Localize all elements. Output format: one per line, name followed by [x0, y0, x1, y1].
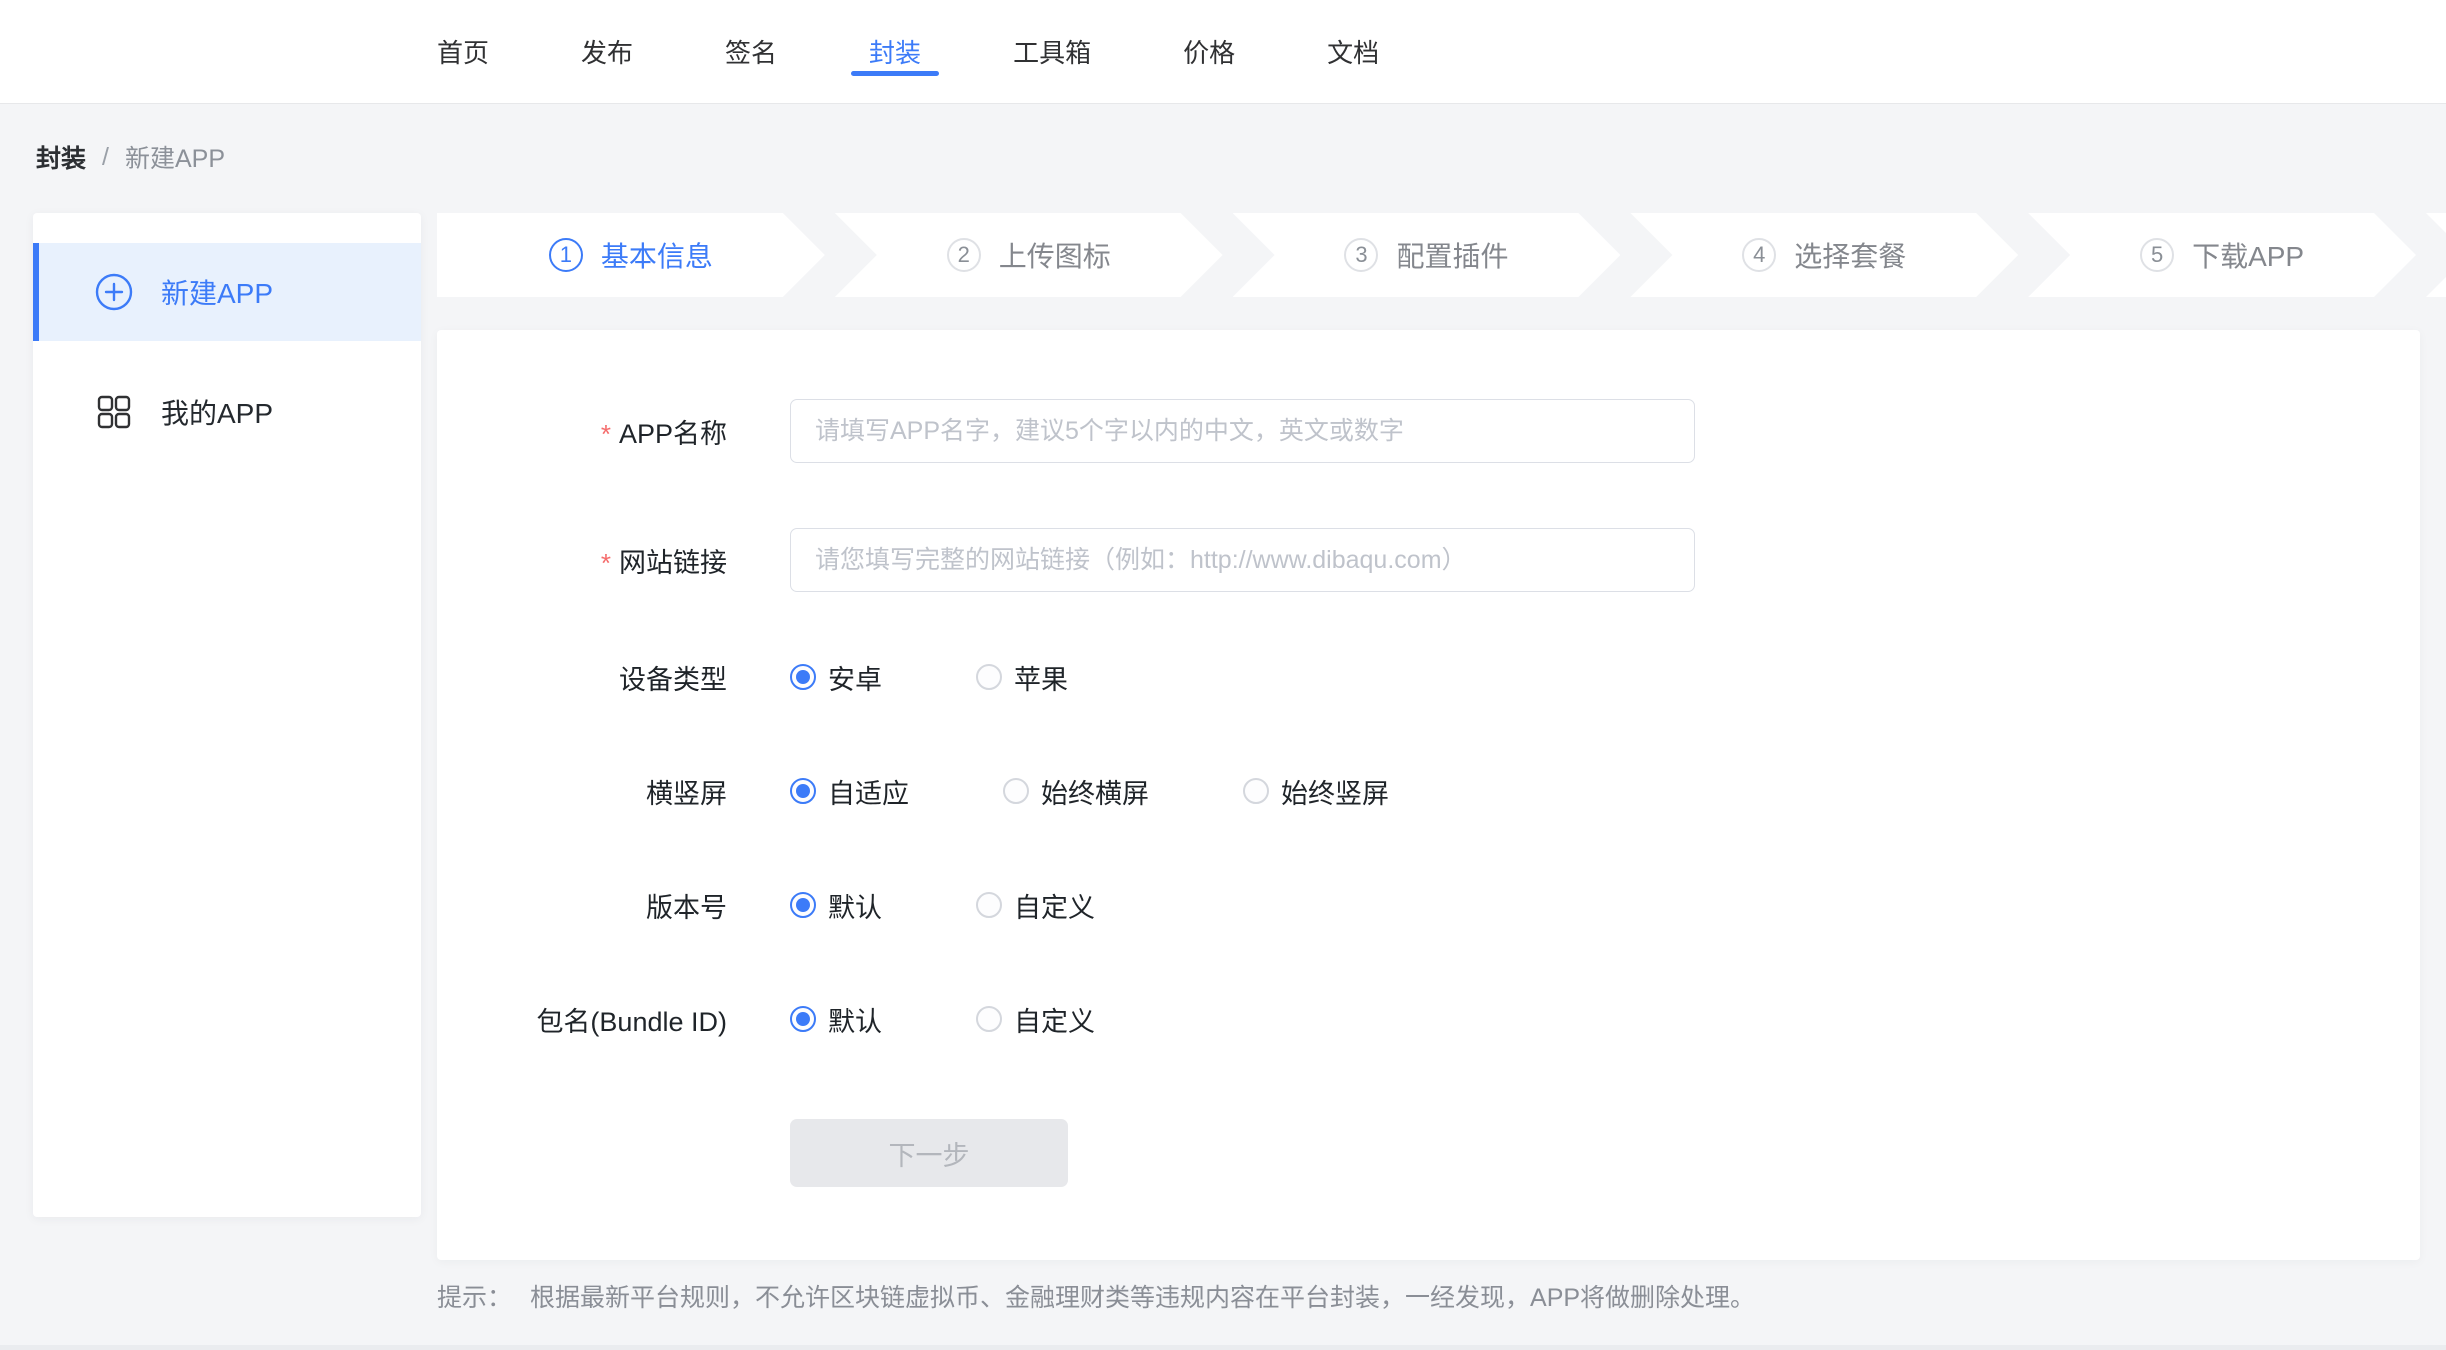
- bottom-edge-divider: [0, 1345, 2446, 1350]
- plus-circle-icon: [95, 273, 133, 311]
- steps-tail-decoration: [2426, 213, 2446, 297]
- site-url-input[interactable]: [790, 528, 1695, 592]
- required-mark: *: [601, 548, 611, 578]
- main-nav: 首页 发布 签名 封装 工具箱 价格 文档: [437, 0, 1379, 103]
- form-row-site-url: *网站链接: [437, 528, 2420, 592]
- steps-bar: 1 基本信息 2 上传图标 3 配置插件 4 选择套餐 5 下载APP: [437, 213, 2446, 297]
- radio-always-landscape[interactable]: 始终横屏: [1003, 772, 1149, 811]
- grid-icon: [95, 393, 133, 431]
- version-radio-group: 默认 自定义: [790, 886, 1095, 925]
- step-label: 选择套餐: [1794, 235, 1906, 275]
- step-label: 配置插件: [1396, 235, 1508, 275]
- nav-item-toolbox[interactable]: 工具箱: [1013, 0, 1091, 103]
- step-number-badge: 3: [1344, 238, 1378, 272]
- step-label: 上传图标: [999, 235, 1111, 275]
- nav-item-docs[interactable]: 文档: [1327, 0, 1379, 103]
- nav-item-package[interactable]: 封装: [869, 0, 921, 103]
- radio-auto-orientation[interactable]: 自适应: [790, 772, 909, 811]
- step-4-choose-plan: 4 选择套餐: [1630, 213, 2018, 297]
- site-url-label: *网站链接: [437, 541, 727, 580]
- tip-prefix: 提示：: [437, 1278, 512, 1314]
- form-row-orientation: 横竖屏 自适应 始终横屏 始终竖屏: [437, 771, 2420, 811]
- radio-selected-icon: [790, 664, 816, 690]
- platform-rules-tip: 提示： 根据最新平台规则，不允许区块链虚拟币、金融理财类等违规内容在平台封装，一…: [437, 1278, 1755, 1314]
- radio-unselected-icon: [976, 892, 1002, 918]
- sidebar-item-label: 我的APP: [161, 392, 273, 432]
- radio-version-custom[interactable]: 自定义: [976, 886, 1095, 925]
- step-number-badge: 4: [1742, 238, 1776, 272]
- breadcrumb-current-page: 新建APP: [125, 139, 225, 175]
- radio-always-portrait[interactable]: 始终竖屏: [1243, 772, 1389, 811]
- sidebar-item-new-app[interactable]: 新建APP: [33, 243, 421, 341]
- form-row-device-type: 设备类型 安卓 苹果: [437, 657, 2420, 697]
- radio-unselected-icon: [976, 664, 1002, 690]
- bundle-id-radio-group: 默认 自定义: [790, 1000, 1095, 1039]
- sidebar: 新建APP 我的APP: [33, 213, 421, 1217]
- form-row-app-name: *APP名称: [437, 399, 2420, 463]
- nav-item-pricing[interactable]: 价格: [1183, 0, 1235, 103]
- step-5-download-app: 5 下载APP: [2028, 213, 2416, 297]
- device-type-radio-group: 安卓 苹果: [790, 658, 1068, 697]
- radio-selected-icon: [790, 778, 816, 804]
- step-number-badge: 1: [549, 238, 583, 272]
- nav-item-home[interactable]: 首页: [437, 0, 489, 103]
- step-2-upload-icon: 2 上传图标: [835, 213, 1223, 297]
- radio-selected-icon: [790, 1006, 816, 1032]
- nav-item-sign[interactable]: 签名: [725, 0, 777, 103]
- radio-ios[interactable]: 苹果: [976, 658, 1068, 697]
- orientation-label: 横竖屏: [437, 772, 727, 811]
- radio-bundle-custom[interactable]: 自定义: [976, 1000, 1095, 1039]
- next-step-button[interactable]: 下一步: [790, 1119, 1068, 1187]
- app-name-label: *APP名称: [437, 412, 727, 451]
- step-label: 基本信息: [601, 235, 713, 275]
- radio-unselected-icon: [976, 1006, 1002, 1032]
- radio-unselected-icon: [1243, 778, 1269, 804]
- breadcrumb-section[interactable]: 封装: [36, 139, 86, 175]
- step-number-badge: 2: [947, 238, 981, 272]
- step-1-basic-info: 1 基本信息: [437, 213, 825, 297]
- radio-android[interactable]: 安卓: [790, 658, 882, 697]
- required-mark: *: [601, 419, 611, 449]
- device-type-label: 设备类型: [437, 658, 727, 697]
- radio-unselected-icon: [1003, 778, 1029, 804]
- radio-bundle-default[interactable]: 默认: [790, 1000, 882, 1039]
- form-card: *APP名称 *网站链接 设备类型 安卓 苹果 横竖屏: [437, 330, 2420, 1260]
- step-3-configure-plugins: 3 配置插件: [1233, 213, 1621, 297]
- form-row-bundle-id: 包名(Bundle ID) 默认 自定义: [437, 999, 2420, 1039]
- radio-selected-icon: [790, 892, 816, 918]
- step-label: 下载APP: [2192, 235, 2304, 275]
- orientation-radio-group: 自适应 始终横屏 始终竖屏: [790, 772, 1389, 811]
- sidebar-item-label: 新建APP: [161, 272, 273, 312]
- app-name-input[interactable]: [790, 399, 1695, 463]
- tip-text: 根据最新平台规则，不允许区块链虚拟币、金融理财类等违规内容在平台封装，一经发现，…: [530, 1278, 1755, 1314]
- form-actions: 下一步: [437, 1119, 2420, 1187]
- nav-item-publish[interactable]: 发布: [581, 0, 633, 103]
- radio-version-default[interactable]: 默认: [790, 886, 882, 925]
- version-label: 版本号: [437, 886, 727, 925]
- bundle-id-label: 包名(Bundle ID): [437, 1000, 727, 1039]
- breadcrumb: 封装 / 新建APP: [36, 128, 225, 186]
- sidebar-item-my-app[interactable]: 我的APP: [33, 363, 421, 461]
- step-number-badge: 5: [2140, 238, 2174, 272]
- breadcrumb-separator: /: [102, 143, 109, 172]
- form-row-version: 版本号 默认 自定义: [437, 885, 2420, 925]
- top-header: 首页 发布 签名 封装 工具箱 价格 文档: [0, 0, 2446, 104]
